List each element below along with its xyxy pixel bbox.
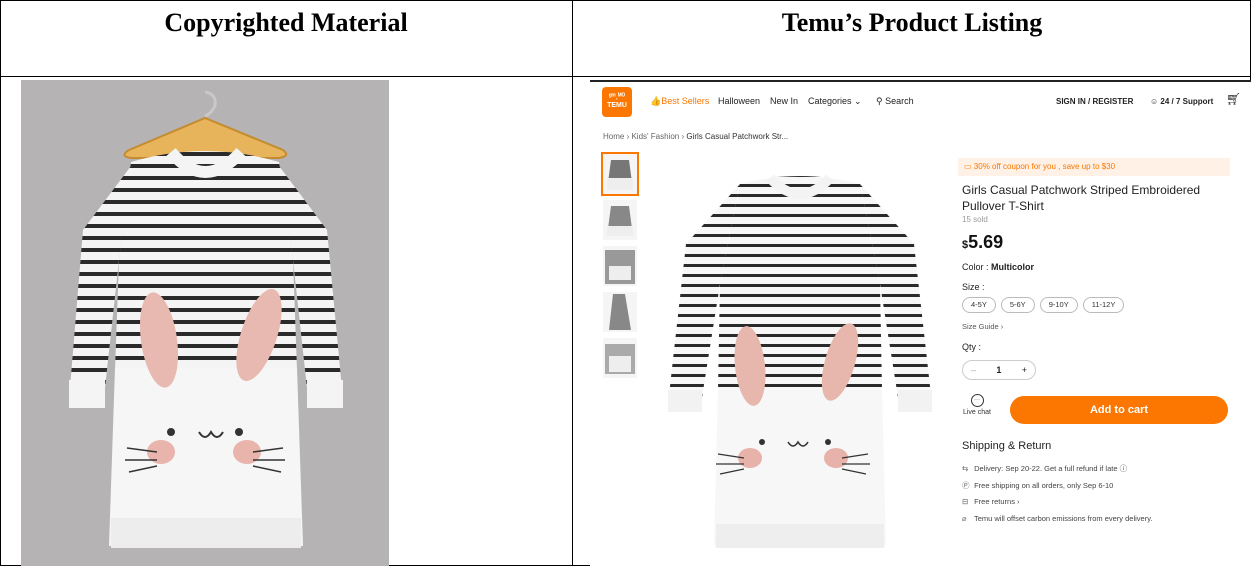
size-option-11-12y[interactable]: 11-12Y xyxy=(1082,297,1125,313)
add-to-cart-button[interactable]: Add to cart xyxy=(1010,396,1228,424)
size-options: 4-5Y 5-6Y 9-10Y 11-12Y xyxy=(962,297,1125,313)
breadcrumb-kids-fashion[interactable]: Kids' Fashion xyxy=(631,132,679,141)
truck-icon: ⇆ xyxy=(962,464,969,473)
nav-new-in[interactable]: New In xyxy=(770,96,798,106)
shipping-title: Shipping & Return xyxy=(962,440,1052,452)
coupon-icon: ▭ xyxy=(964,162,972,171)
thumbnail-3[interactable] xyxy=(603,246,637,286)
chat-icon: ☺ xyxy=(1150,97,1159,106)
copyrighted-photo xyxy=(21,80,389,566)
temu-logo[interactable]: ᵍᵐ˳ᴹᴼ TEMU xyxy=(602,87,632,117)
product-image[interactable] xyxy=(650,154,950,564)
thumbnail-5[interactable] xyxy=(603,338,637,378)
chevron-down-icon: ⌄ xyxy=(854,96,862,106)
breadcrumb-current: Girls Casual Patchwork Str... xyxy=(686,132,789,141)
shipping-carbon: ⌀ Temu will offset carbon emissions from… xyxy=(962,514,1153,523)
nav-halloween[interactable]: Halloween xyxy=(718,96,760,106)
size-guide-link[interactable]: Size Guide › xyxy=(962,322,1003,331)
breadcrumb-home[interactable]: Home xyxy=(603,132,624,141)
qty-label: Qty : xyxy=(962,342,982,352)
thumbnail-1[interactable] xyxy=(601,152,639,196)
sign-in-link[interactable]: SIGN IN / REGISTER xyxy=(1056,97,1133,106)
info-icon[interactable]: ⓘ xyxy=(1120,464,1128,473)
product-price: $5.69 xyxy=(962,232,1004,252)
nav-categories[interactable]: Categories ⌄ xyxy=(808,96,862,107)
thumbnail-4[interactable] xyxy=(603,292,637,332)
chat-bubble-icon: ··· xyxy=(970,394,984,407)
header-temu-listing: Temu’s Product Listing xyxy=(781,8,1043,37)
live-chat-button[interactable]: ··· Live chat xyxy=(960,394,994,416)
qty-plus-button[interactable]: + xyxy=(1022,365,1027,375)
thumbnail-list xyxy=(601,152,639,384)
returns-icon: ⊟ xyxy=(962,497,969,506)
color-label: Color : Multicolor xyxy=(962,262,1035,272)
quantity-stepper: – 1 + xyxy=(962,360,1036,380)
table-divider xyxy=(572,0,573,566)
temu-screenshot: ᵍᵐ˳ᴹᴼ TEMU 👍Best Sellers Halloween New In… xyxy=(590,80,1251,566)
table-divider xyxy=(0,76,1251,77)
nav-best-sellers[interactable]: 👍Best Sellers xyxy=(650,96,709,107)
breadcrumb: Home › Kids' Fashion › Girls Casual Patc… xyxy=(603,132,789,141)
coupon-banner[interactable]: ▭ 30% off coupon for you , save up to $3… xyxy=(958,158,1230,176)
cart-icon[interactable]: 🛒︎ xyxy=(1226,92,1241,106)
free-shipping-icon: Ⓟ xyxy=(962,481,970,490)
qty-value[interactable]: 1 xyxy=(996,365,1001,375)
search-icon: ⚲ xyxy=(876,96,883,106)
shipping-returns[interactable]: ⊟ Free returns › xyxy=(962,497,1020,506)
thumbnail-2[interactable] xyxy=(603,200,637,240)
product-title: Girls Casual Patchwork Striped Embroider… xyxy=(962,183,1201,213)
size-option-4-5y[interactable]: 4-5Y xyxy=(962,297,996,313)
shipping-free: Ⓟ Free shipping on all orders, only Sep … xyxy=(962,481,1114,490)
sold-count: 15 sold xyxy=(962,215,988,224)
leaf-icon: ⌀ xyxy=(962,514,967,523)
window-edge xyxy=(590,80,1251,82)
header-copyrighted: Copyrighted Material xyxy=(164,8,408,37)
size-option-9-10y[interactable]: 9-10Y xyxy=(1039,297,1078,313)
size-label: Size : xyxy=(962,282,985,292)
support-link[interactable]: ☺ 24 / 7 Support xyxy=(1150,97,1213,106)
shipping-delivery: ⇆ Delivery: Sep 20-22. Get a full refund… xyxy=(962,464,1128,473)
nav-search[interactable]: ⚲ Search xyxy=(876,96,914,107)
qty-minus-button[interactable]: – xyxy=(971,365,976,375)
size-option-5-6y[interactable]: 5-6Y xyxy=(1000,297,1035,313)
